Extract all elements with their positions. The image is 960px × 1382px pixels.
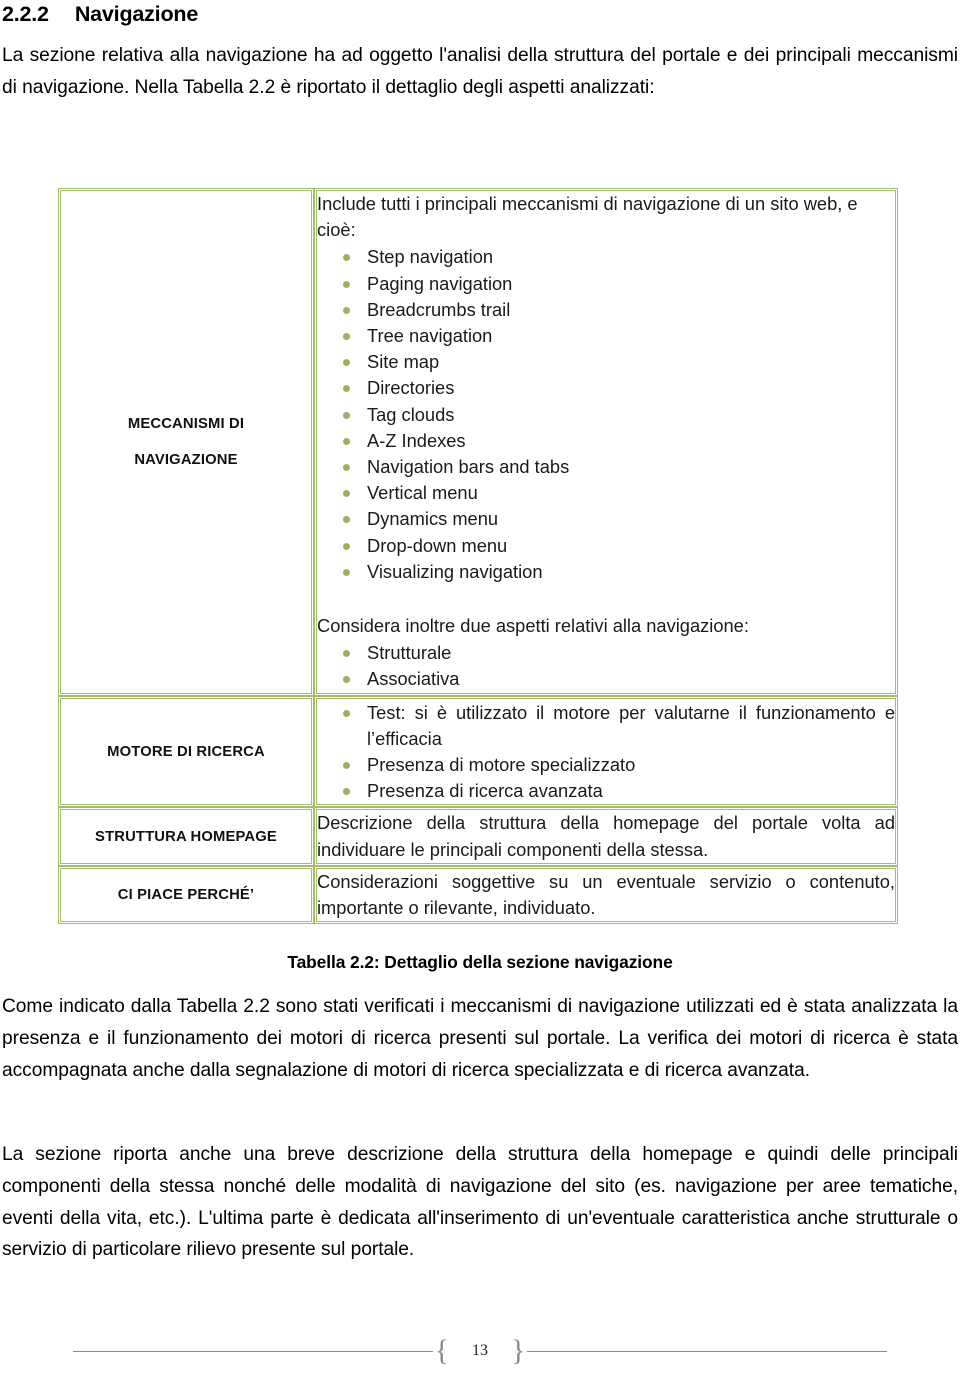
list-item: Presenza di motore specializzato xyxy=(339,752,895,778)
list-item: Tag clouds xyxy=(339,402,895,428)
section-number: 2.2.2 xyxy=(2,2,49,26)
page-title: 2.2.2 Navigazione xyxy=(2,2,198,27)
search-engine-bullet-list: Test: si è utilizzato il motore per valu… xyxy=(317,700,895,805)
list-item: Associativa xyxy=(339,666,895,692)
page-number: 13 xyxy=(472,1342,488,1359)
list-item: Visualizing navigation xyxy=(339,559,895,585)
list-item: Paging navigation xyxy=(339,271,895,297)
row-label-meccanismi: MECCANISMI DI NAVIGAZIONE xyxy=(58,188,314,696)
row-content-motore-di-ricerca: Test: si è utilizzato il motore per valu… xyxy=(314,695,898,808)
intro-paragraph: La sezione relativa alla navigazione ha … xyxy=(2,45,958,98)
table-row: STRUTTURA HOMEPAGE Descrizione della str… xyxy=(58,807,898,866)
page-footer: { 13 } xyxy=(0,1336,960,1366)
mechanism-bullet-list: Step navigation Paging navigation Breadc… xyxy=(317,244,895,585)
final-paragraph: La sezione riporta anche una breve descr… xyxy=(2,1144,958,1261)
table-row: MOTORE DI RICERCA Test: si è utilizzato … xyxy=(58,695,898,808)
list-item: Strutturale xyxy=(339,640,895,666)
row-label-line1: MECCANISMI DI xyxy=(127,415,245,432)
section-title: Navigazione xyxy=(74,2,199,26)
list-item: Drop-down menu xyxy=(339,533,895,559)
row-label-motore-di-ricerca: MOTORE DI RICERCA xyxy=(58,695,314,808)
footer-rule-right xyxy=(527,1350,888,1352)
aspect-bullet-list: Strutturale Associativa xyxy=(317,640,895,692)
lead-text-secondary: Considera inoltre due aspetti relativi a… xyxy=(317,615,749,637)
table-row: MECCANISMI DI NAVIGAZIONE Include tutti … xyxy=(58,188,898,696)
footer-open-brace: { xyxy=(434,1334,449,1367)
list-item: Dynamics menu xyxy=(339,506,895,532)
list-item: A-Z Indexes xyxy=(339,428,895,454)
list-item: Navigation bars and tabs xyxy=(339,454,895,480)
row-label-line2: NAVIGAZIONE xyxy=(134,451,238,468)
list-item: Tree navigation xyxy=(339,323,895,349)
list-item: Test: si è utilizzato il motore per valu… xyxy=(339,700,895,752)
list-item: Presenza di ricerca avanzata xyxy=(339,778,895,804)
list-item: Vertical menu xyxy=(339,480,895,506)
footer-rule-left xyxy=(72,1350,433,1352)
table-caption: Tabella 2.2: Dettaglio della sezione nav… xyxy=(287,952,673,972)
row-content-ci-piace-perche: Considerazioni soggettive su un eventual… xyxy=(314,865,898,925)
list-item: Step navigation xyxy=(339,244,895,270)
document-page: 2.2.2 Navigazione La sezione relativa all… xyxy=(0,0,960,1382)
detail-table-wrapper: MECCANISMI DI NAVIGAZIONE Include tutti … xyxy=(58,188,898,925)
detail-table: MECCANISMI DI NAVIGAZIONE Include tutti … xyxy=(58,188,898,925)
row-content-meccanismi: Include tutti i principali meccanismi di… xyxy=(314,188,898,696)
row-label-ci-piace-perche: CI PIACE PERCHÉ’ xyxy=(58,865,314,925)
footer-close-brace: } xyxy=(511,1334,526,1367)
lead-text: Include tutti i principali meccanismi di… xyxy=(317,193,858,241)
row-label-struttura-homepage: STRUTTURA HOMEPAGE xyxy=(58,807,314,866)
list-item: Site map xyxy=(339,349,895,375)
list-item: Directories xyxy=(339,375,895,401)
after-table-paragraph: Come indicato dalla Tabella 2.2 sono sta… xyxy=(2,996,958,1081)
row-content-struttura-homepage: Descrizione della struttura della homepa… xyxy=(314,807,898,866)
table-row: CI PIACE PERCHÉ’ Considerazioni soggetti… xyxy=(58,865,898,925)
list-item: Breadcrumbs trail xyxy=(339,297,895,323)
